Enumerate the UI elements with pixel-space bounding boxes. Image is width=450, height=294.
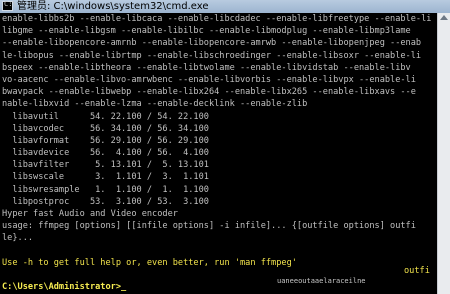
console-line: Use -h to get full help or, even better,… bbox=[2, 257, 297, 268]
console-line: C:\Users\Administrator>_ bbox=[2, 282, 127, 293]
console-line: --enable-libopencore-amrnb --enable-libo… bbox=[2, 38, 422, 49]
window-title: 管理员: C:\windows\system32\cmd.exe bbox=[17, 1, 209, 12]
cmd-icon: C:\ bbox=[2, 0, 17, 11]
console-line: libavfilter 5. 13.101 / 5. 13.101 bbox=[2, 160, 209, 171]
console-line: enable-libbs2b --enable-libcaca --enable… bbox=[2, 14, 432, 24]
overlay-text: uaneeoutaaelaraceilne bbox=[277, 277, 366, 285]
console-line: nable-libxvid --enable-lzma --enable-dec… bbox=[2, 99, 308, 110]
console-line: le-libopus --enable-librtmp --enable-lib… bbox=[2, 50, 422, 61]
console-fragment: outfi bbox=[404, 266, 430, 276]
console-line: Hyper fast Audio and Video encoder bbox=[2, 209, 178, 219]
console-line: vo-aacenc --enable-libvo-amrwbenc --enab… bbox=[2, 74, 416, 85]
console-line: libavutil 54. 22.100 / 54. 22.100 bbox=[2, 111, 209, 122]
console-line: libgme --enable-libgsm --enable-libilbc … bbox=[2, 26, 411, 37]
console-line: libswresample 1. 1.100 / 1. 1.100 bbox=[2, 184, 209, 195]
vertical-scrollbar[interactable] bbox=[437, 13, 450, 294]
cmd-window: C:\ 管理员: C:\windows\system32\cmd.exe ena… bbox=[0, 0, 450, 294]
console-line: usage: ffmpeg [options] [[infile options… bbox=[2, 221, 416, 232]
console-line: libpostproc 53. 3.100 / 53. 3.100 bbox=[2, 196, 209, 207]
console-line: bspeex --enable-libtheora --enable-libtw… bbox=[2, 62, 411, 73]
console-line: libswscale 3. 1.101 / 3. 1.101 bbox=[2, 172, 209, 183]
console-line: libavformat 56. 29.100 / 56. 29.100 bbox=[2, 135, 209, 146]
console-line: libavcodec 56. 34.100 / 56. 34.100 bbox=[2, 123, 209, 134]
console-line: libavdevice 56. 4.100 / 56. 4.100 bbox=[2, 148, 209, 159]
title-bar[interactable]: C:\ 管理员: C:\windows\system32\cmd.exe bbox=[0, 0, 450, 13]
scroll-up-arrow-icon[interactable] bbox=[440, 15, 448, 20]
cmd-icon-label: C:\ bbox=[4, 0, 17, 8]
console-line: le}... bbox=[2, 233, 34, 244]
console-output[interactable]: enable-libbs2b --enable-libcaca --enable… bbox=[2, 13, 437, 294]
console-line: bwavpack --enable-libwebp --enable-libx2… bbox=[2, 87, 416, 98]
